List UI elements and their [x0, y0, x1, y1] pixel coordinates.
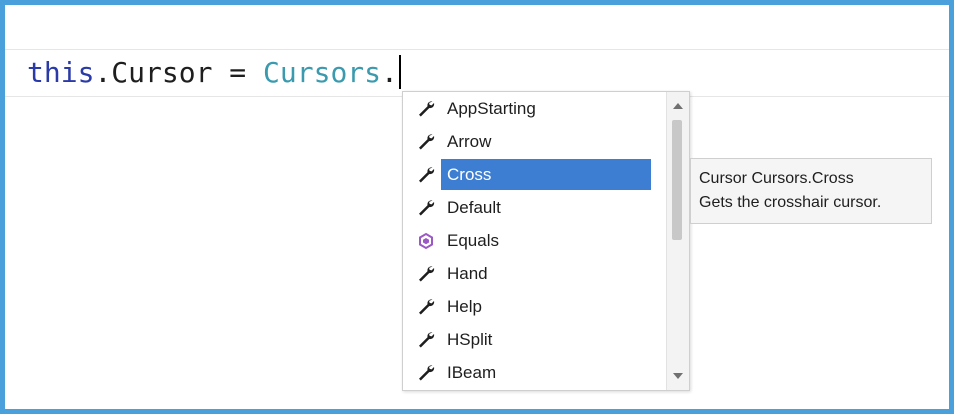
- completion-item-appstarting[interactable]: AppStarting: [403, 92, 665, 125]
- completion-item-label: Hand: [447, 264, 488, 283]
- member-access-dot: .: [381, 56, 398, 89]
- wrench-icon: [411, 356, 441, 389]
- completion-item-label: AppStarting: [447, 99, 536, 118]
- scroll-up-arrow-icon[interactable]: [667, 96, 689, 116]
- code-member-assignment: .Cursor =: [94, 56, 264, 89]
- wrench-icon: [411, 125, 441, 158]
- completion-item-arrow[interactable]: Arrow: [403, 125, 665, 158]
- tooltip-description: Gets the crosshair cursor.: [699, 194, 882, 211]
- completion-item-cross[interactable]: Cross: [403, 158, 665, 191]
- completion-item-label: Arrow: [447, 132, 492, 151]
- type-name-cursors: Cursors: [263, 56, 382, 89]
- keyword-this: this: [27, 56, 95, 89]
- completion-items: AppStarting Arrow Cross Default Equals H…: [403, 92, 665, 389]
- completion-item-label: Equals: [447, 231, 499, 250]
- wrench-icon: [411, 191, 441, 224]
- completion-scrollbar[interactable]: [666, 92, 689, 390]
- code-text: this.Cursor = Cursors.: [27, 54, 401, 92]
- completion-item-label: IBeam: [447, 363, 497, 382]
- scroll-down-arrow-icon[interactable]: [667, 366, 689, 386]
- text-caret: [398, 55, 401, 89]
- completion-item-help[interactable]: Help: [403, 290, 665, 323]
- tooltip-signature: Cursor Cursors.Cross: [699, 170, 854, 187]
- completion-item-label: Default: [447, 198, 501, 217]
- wrench-icon: [411, 158, 441, 191]
- completion-item-label: HSplit: [447, 330, 493, 349]
- completion-item-default[interactable]: Default: [403, 191, 665, 224]
- completion-item-hsplit[interactable]: HSplit: [403, 323, 665, 356]
- wrench-icon: [411, 323, 441, 356]
- completion-item-label: Cross: [441, 159, 651, 190]
- completion-item-label: Help: [447, 297, 482, 316]
- completion-item-equals[interactable]: Equals: [403, 224, 665, 257]
- scrollbar-thumb[interactable]: [672, 120, 682, 240]
- current-code-line[interactable]: this.Cursor = Cursors.: [5, 49, 949, 97]
- wrench-icon: [411, 290, 441, 323]
- method-icon: [411, 224, 441, 257]
- completion-item-hand[interactable]: Hand: [403, 257, 665, 290]
- quick-info-tooltip: Cursor Cursors.Cross Gets the crosshair …: [690, 158, 932, 224]
- completion-item-ibeam[interactable]: IBeam: [403, 356, 665, 389]
- wrench-icon: [411, 257, 441, 290]
- intellisense-completion-list[interactable]: AppStarting Arrow Cross Default Equals H…: [402, 91, 690, 391]
- wrench-icon: [411, 92, 441, 125]
